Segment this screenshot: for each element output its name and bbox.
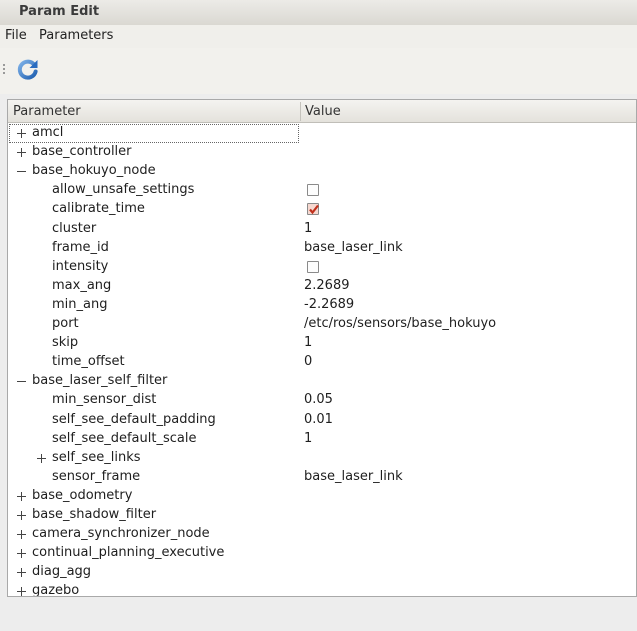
tree-row[interactable]: skip 1 xyxy=(8,334,636,353)
param-name: amcl xyxy=(32,125,64,140)
param-name: port xyxy=(52,316,79,331)
param-value[interactable]: 2.2689 xyxy=(304,278,350,293)
tree-row[interactable]: min_sensor_dist 0.05 xyxy=(8,391,636,410)
expand-plus-icon[interactable] xyxy=(17,587,26,596)
tree-row[interactable]: time_offset 0 xyxy=(8,353,636,372)
param-name: min_sensor_dist xyxy=(52,392,157,407)
refresh-icon xyxy=(17,59,38,80)
tree-row[interactable]: diag_agg xyxy=(8,563,636,582)
param-name: base_hokuyo_node xyxy=(32,163,156,178)
param-value[interactable]: base_laser_link xyxy=(304,240,403,255)
expand-plus-icon[interactable] xyxy=(17,511,26,520)
param-value[interactable]: 0.05 xyxy=(304,392,333,407)
param-name: base_laser_self_filter xyxy=(32,373,168,388)
collapse-minus-icon[interactable] xyxy=(17,167,26,176)
tree-row[interactable]: self_see_default_scale 1 xyxy=(8,430,636,449)
tree-header: Parameter Value xyxy=(8,100,636,123)
menu-parameters[interactable]: Parameters xyxy=(39,28,113,43)
status-bar xyxy=(0,605,637,631)
tree-row[interactable]: calibrate_time xyxy=(8,200,636,219)
expand-plus-icon[interactable] xyxy=(37,454,46,463)
param-name: sensor_frame xyxy=(52,469,141,484)
param-name: calibrate_time xyxy=(52,201,145,216)
param-tree-panel: Parameter Value amcl base_controller base_… xyxy=(7,99,637,597)
param-name: skip xyxy=(52,335,79,350)
param-name: self_see_default_padding xyxy=(52,412,216,427)
param-name: camera_synchronizer_node xyxy=(32,526,210,541)
tree-row[interactable]: cluster 1 xyxy=(8,220,636,239)
param-value[interactable]: /etc/ros/sensors/base_hokuyo xyxy=(304,316,496,331)
tree-row[interactable]: min_ang -2.2689 xyxy=(8,296,636,315)
param-name: self_see_default_scale xyxy=(52,431,197,446)
expand-plus-icon[interactable] xyxy=(17,549,26,558)
param-value[interactable]: 1 xyxy=(304,431,312,446)
param-name: self_see_links xyxy=(52,450,141,465)
title-bar: Param Edit xyxy=(0,0,637,25)
refresh-button[interactable] xyxy=(16,57,40,81)
tree-row[interactable]: amcl xyxy=(8,124,636,143)
param-value[interactable]: -2.2689 xyxy=(304,297,354,312)
expand-plus-icon[interactable] xyxy=(17,129,26,138)
checkbox-unchecked[interactable] xyxy=(307,184,319,196)
tree-row[interactable]: base_hokuyo_node xyxy=(8,162,636,181)
param-value[interactable]: 0.01 xyxy=(304,412,333,427)
checkbox-checked[interactable] xyxy=(307,203,319,215)
param-value[interactable]: base_laser_link xyxy=(304,469,403,484)
expand-plus-icon[interactable] xyxy=(17,568,26,577)
param-name: cluster xyxy=(52,221,97,236)
collapse-minus-icon[interactable] xyxy=(17,377,26,386)
param-name: allow_unsafe_settings xyxy=(52,182,195,197)
column-header-value[interactable]: Value xyxy=(305,104,341,119)
expand-plus-icon[interactable] xyxy=(17,530,26,539)
tree-row[interactable]: base_laser_self_filter xyxy=(8,372,636,391)
tree-row[interactable]: base_shadow_filter xyxy=(8,506,636,525)
param-value[interactable]: 0 xyxy=(304,354,312,369)
column-separator[interactable] xyxy=(300,102,301,121)
param-name: base_controller xyxy=(32,144,132,159)
column-header-parameter[interactable]: Parameter xyxy=(13,104,81,119)
toolbar xyxy=(0,48,637,94)
tree-row[interactable]: base_controller xyxy=(8,143,636,162)
tree-row[interactable]: gazebo xyxy=(8,582,636,597)
param-name: diag_agg xyxy=(32,564,92,579)
param-name: frame_id xyxy=(52,240,109,255)
tree-row[interactable]: self_see_default_padding 0.01 xyxy=(8,411,636,430)
param-name: gazebo xyxy=(32,583,80,597)
tree-row[interactable]: camera_synchronizer_node xyxy=(8,525,636,544)
param-value[interactable]: 1 xyxy=(304,221,312,236)
menu-file[interactable]: File xyxy=(5,28,27,43)
param-name: min_ang xyxy=(52,297,108,312)
check-icon xyxy=(308,204,319,215)
tree-row[interactable]: max_ang 2.2689 xyxy=(8,277,636,296)
param-value[interactable]: 1 xyxy=(304,335,312,350)
expand-plus-icon[interactable] xyxy=(17,492,26,501)
checkbox-unchecked[interactable] xyxy=(307,261,319,273)
tree-row[interactable]: frame_id base_laser_link xyxy=(8,239,636,258)
param-name: time_offset xyxy=(52,354,125,369)
tree-row[interactable]: port/etc/ros/sensors/base_hokuyo xyxy=(8,315,636,334)
window-title: Param Edit xyxy=(19,4,100,19)
param-name: base_shadow_filter xyxy=(32,507,157,522)
tree-row[interactable]: sensor_frame base_laser_link xyxy=(8,468,636,487)
tree-row[interactable]: allow_unsafe_settings xyxy=(8,181,636,200)
param-name: base_odometry xyxy=(32,488,133,503)
tree-row[interactable]: intensity xyxy=(8,258,636,277)
param-name: continual_planning_executive xyxy=(32,545,225,560)
tree-row[interactable]: self_see_links xyxy=(8,449,636,468)
tree-row[interactable]: continual_planning_executive xyxy=(8,544,636,563)
tree-row[interactable]: base_odometry xyxy=(8,487,636,506)
param-name: intensity xyxy=(52,259,109,274)
menu-bar: File Parameters xyxy=(0,25,637,48)
param-name: max_ang xyxy=(52,278,112,293)
toolbar-grip[interactable] xyxy=(3,64,6,76)
expand-plus-icon[interactable] xyxy=(17,148,26,157)
